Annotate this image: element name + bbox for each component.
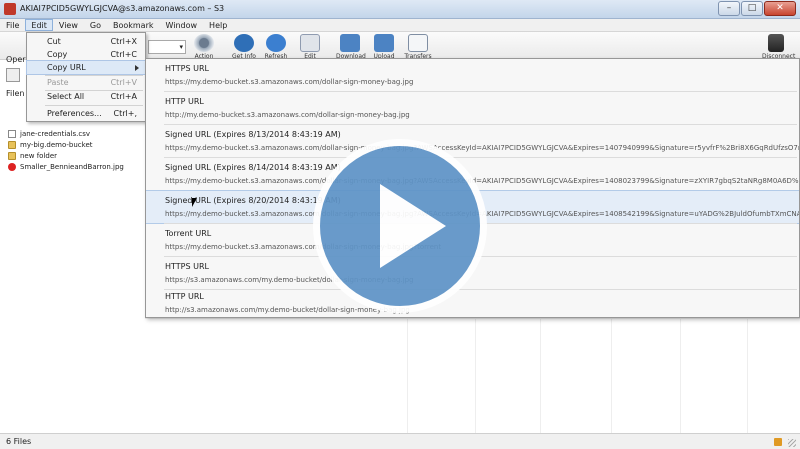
close-button[interactable]: ✕ [764,1,796,16]
file-grid [145,318,800,434]
resize-grip-icon[interactable] [788,439,796,447]
menu-item-preferences[interactable]: Preferences... Ctrl+, [27,107,145,120]
image-file-icon [8,162,16,171]
eject-icon [768,34,784,52]
play-icon [380,184,446,268]
menu-item-paste: Paste Ctrl+V [47,78,137,87]
folder-icon [8,140,16,149]
upload-icon [374,34,394,52]
file-row[interactable]: my-big.demo-bucket [8,139,148,150]
menu-window[interactable]: Window [160,19,204,31]
mouse-cursor-icon [192,198,197,207]
submenu-arrow-icon [135,65,139,71]
menu-item-copy[interactable]: Copy Ctrl+C [27,48,145,61]
upload-button[interactable]: Upload [370,34,398,60]
window-title: AKIAI7PCID5GWYLGJCVA@s3.amazonaws.com – … [20,4,225,13]
transfers-icon [408,34,428,52]
menu-file[interactable]: File [0,19,25,31]
menu-go[interactable]: Go [84,19,107,31]
menu-bookmark[interactable]: Bookmark [107,19,160,31]
maximize-button[interactable]: □ [741,1,763,16]
download-button[interactable]: Download [336,34,366,60]
edit-icon [300,34,320,52]
transfers-button[interactable]: Transfers [404,34,432,60]
action-button[interactable]: Action [190,34,218,60]
menu-item-select-all[interactable]: Select All Ctrl+A [27,90,145,103]
url-item-http[interactable]: HTTP URL http://my.demo-bucket.s3.amazon… [146,92,799,124]
menu-view[interactable]: View [53,19,84,31]
gear-icon [194,34,214,52]
bookmark-toggle-button[interactable] [6,68,20,82]
csv-file-icon [8,129,16,138]
file-row[interactable]: Smaller_BennieandBarron.jpg [8,161,148,172]
menu-edit[interactable]: Edit [25,19,53,31]
open-label: Oper [6,55,26,64]
menu-item-copy-url[interactable]: Copy URL [26,60,146,75]
edit-button[interactable]: Edit [296,34,324,60]
title-bar: AKIAI7PCID5GWYLGJCVA@s3.amazonaws.com – … [0,0,800,19]
filename-column-header[interactable]: Filen [6,89,24,98]
url-item-signed-1[interactable]: Signed URL (Expires 8/13/2014 8:43:19 AM… [146,125,799,157]
status-bar: 6 Files [0,433,800,449]
menu-help[interactable]: Help [203,19,233,31]
refresh-icon [266,34,286,52]
url-item-http-path[interactable]: HTTP URL http://s3.amazonaws.com/my.demo… [146,287,799,317]
minimize-button[interactable]: – [718,1,740,16]
folder-icon [8,151,16,160]
menu-bar: File Edit View Go Bookmark Window Help [0,19,800,32]
menu-item-cut[interactable]: Cut Ctrl+X [27,35,145,48]
toolbar-select[interactable]: ▾ [148,40,186,54]
video-play-button[interactable] [313,139,487,313]
get-info-button[interactable]: Get Info [230,34,258,60]
disconnect-button[interactable]: Disconnect [762,34,795,60]
refresh-button[interactable]: Refresh [262,34,290,60]
info-icon [234,34,254,52]
url-item-https[interactable]: HTTPS URL https://my.demo-bucket.s3.amaz… [146,59,799,91]
file-row[interactable]: new folder [8,150,148,161]
edit-menu: Cut Ctrl+X Copy Ctrl+C Copy URL Paste Ctrl+… [26,32,146,122]
download-icon [340,34,360,52]
app-icon [4,3,16,15]
status-file-count: 6 Files [6,437,32,446]
file-row[interactable]: jane-credentials.csv [8,128,148,139]
lock-icon [774,438,782,446]
